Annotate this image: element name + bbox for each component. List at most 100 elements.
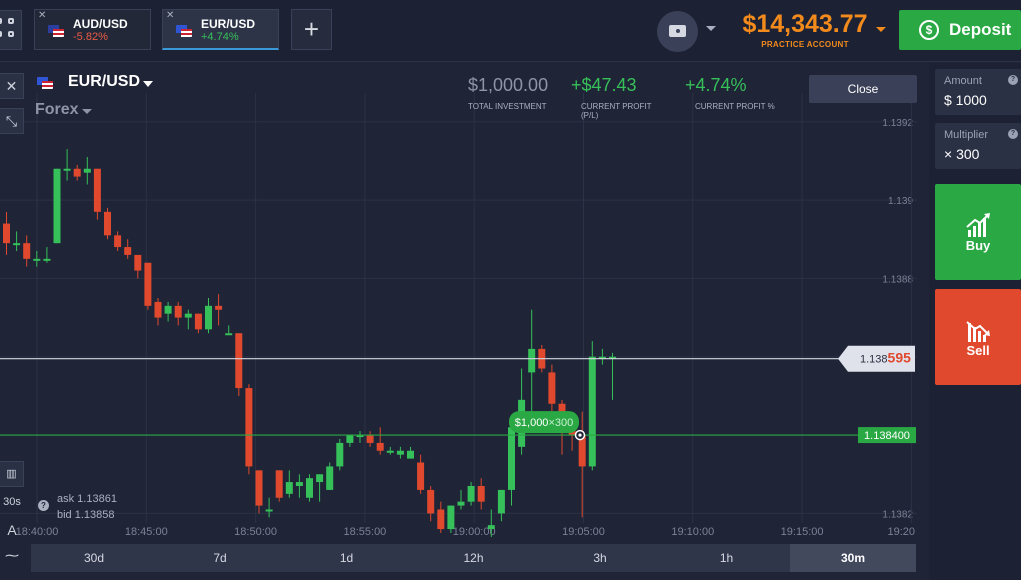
indicators-icon[interactable]: ⁓ [0,547,24,564]
candle [154,301,162,318]
candle [215,305,223,310]
candle [275,470,283,498]
screenshot-button[interactable] [657,11,698,52]
help-icon[interactable]: ? [38,500,49,511]
tab-asset-name: EUR/USD [201,17,256,31]
amount-value[interactable]: $ 1000 [944,92,987,108]
candle [63,168,71,171]
position-marker-dot [578,433,582,437]
close-tab-icon[interactable]: ✕ [166,11,174,21]
asset-tab-eur-usd[interactable]: ✕ EUR/USD +4.74% [162,9,279,50]
ask-price: ask 1.13861 [57,493,117,505]
add-asset-button[interactable]: + [291,9,332,50]
period-selector: 30d 7d 1d 12h 3h 1h 30m [31,544,916,572]
amount-field[interactable]: Amount $ 1000 ? [935,69,1021,115]
x-tick-label: 18:45:00 [125,526,168,538]
close-tab-icon[interactable]: ✕ [38,11,46,21]
position-tag-label: $1,000×300 [515,417,573,429]
total-investment-value: $1,000.00 [468,75,549,95]
x-tick-label: 18:50:00 [234,526,277,538]
multiplier-value[interactable]: × 300 [944,146,979,162]
candle [467,486,475,502]
candle [407,450,414,459]
candle [386,450,394,453]
tab-asset-change: -5.82% [73,31,108,43]
y-tick-label: 1.1382 [882,509,913,520]
period-1h[interactable]: 1h [663,544,790,572]
chart-canvas[interactable]: 1.13921.1391.13881.13861.13841.138218:40… [0,63,929,580]
period-30d[interactable]: 30d [31,544,157,572]
asset-tab-aud-usd[interactable]: ✕ AUD/USD -5.82% [34,9,151,50]
current-profit-pct-value: +4.74% [685,75,747,95]
deposit-label: Deposit [949,20,1012,39]
chevron-down-icon[interactable] [706,26,716,31]
account-balance[interactable]: $14,343.77 [740,10,870,38]
close-position-button[interactable]: Close [809,75,917,103]
candle [366,435,374,443]
candle [43,258,51,261]
period-12h[interactable]: 12h [410,544,537,572]
candle [174,305,182,318]
candle [477,486,485,502]
candle [3,223,10,244]
period-1d[interactable]: 1d [283,544,410,572]
bid-price: bid 1.13858 [57,509,115,521]
candle [124,247,132,255]
balance-chevron-down-icon[interactable] [876,27,886,32]
category-chevron-down-icon[interactable] [82,109,92,114]
candle [427,489,435,514]
eur-usd-flag-icon [176,25,192,37]
x-tick-label: 18:55:00 [343,526,386,538]
candle [73,168,81,177]
multiplier-field[interactable]: Multiplier × 300 ? [935,123,1021,169]
candle [316,474,324,483]
candle [457,501,465,506]
period-7d[interactable]: 7d [157,544,283,572]
candle [23,243,31,259]
aud-usd-flag-icon [48,25,64,37]
deposit-button[interactable]: $ Deposit [899,10,1021,50]
candle [93,168,101,212]
drawing-tool-icon[interactable]: A [0,522,24,538]
dollar-icon: $ [919,20,939,40]
account-type-label: PRACTICE ACCOUNT [761,40,849,49]
help-icon[interactable]: ? [1008,75,1018,85]
buy-button[interactable]: Buy [935,184,1021,280]
price-chart[interactable]: 1.13921.1391.13881.13861.13841.138218:40… [0,63,929,580]
bar-chart-type-icon[interactable]: ▥ [0,461,24,487]
candle [285,482,293,494]
candle [245,388,253,467]
current-profit-value: +$47.43 [571,75,637,95]
candle [134,254,142,271]
sell-button[interactable]: Sell [935,289,1021,385]
period-3h[interactable]: 3h [537,544,663,572]
candle [497,489,505,514]
x-tick-label: 19:15:00 [781,526,824,538]
candle [33,258,41,261]
candle [548,372,556,404]
amount-label: Amount [944,75,982,87]
candle [437,509,445,530]
candle [144,262,152,306]
y-tick-label: 1.1392 [882,118,913,129]
grid-icon [0,18,2,24]
interval-selector[interactable]: 30s [0,496,24,508]
layout-menu-button[interactable] [0,10,22,50]
candle [265,509,273,512]
candle [255,470,263,506]
category-selector[interactable]: Forex [35,101,79,119]
entry-price-label: 1.138400 [864,430,910,442]
candle [205,305,212,330]
candle [336,442,344,467]
sell-label: Sell [966,343,990,358]
fullscreen-icon[interactable]: ⤡ [0,108,24,134]
current-profit-label: CURRENT PROFIT (P/L) [581,102,652,120]
top-bar: ✕ AUD/USD -5.82% ✕ EUR/USD +4.74% + $14,… [0,0,1021,62]
pair-chevron-down-icon[interactable] [143,81,153,87]
y-tick-label: 1.139 [888,196,913,207]
pair-selector[interactable]: EUR/USD [68,73,140,91]
close-chart-icon[interactable]: ✕ [0,73,24,99]
period-30m[interactable]: 30m [790,544,916,572]
candle [83,168,91,173]
help-icon[interactable]: ? [1008,129,1018,139]
